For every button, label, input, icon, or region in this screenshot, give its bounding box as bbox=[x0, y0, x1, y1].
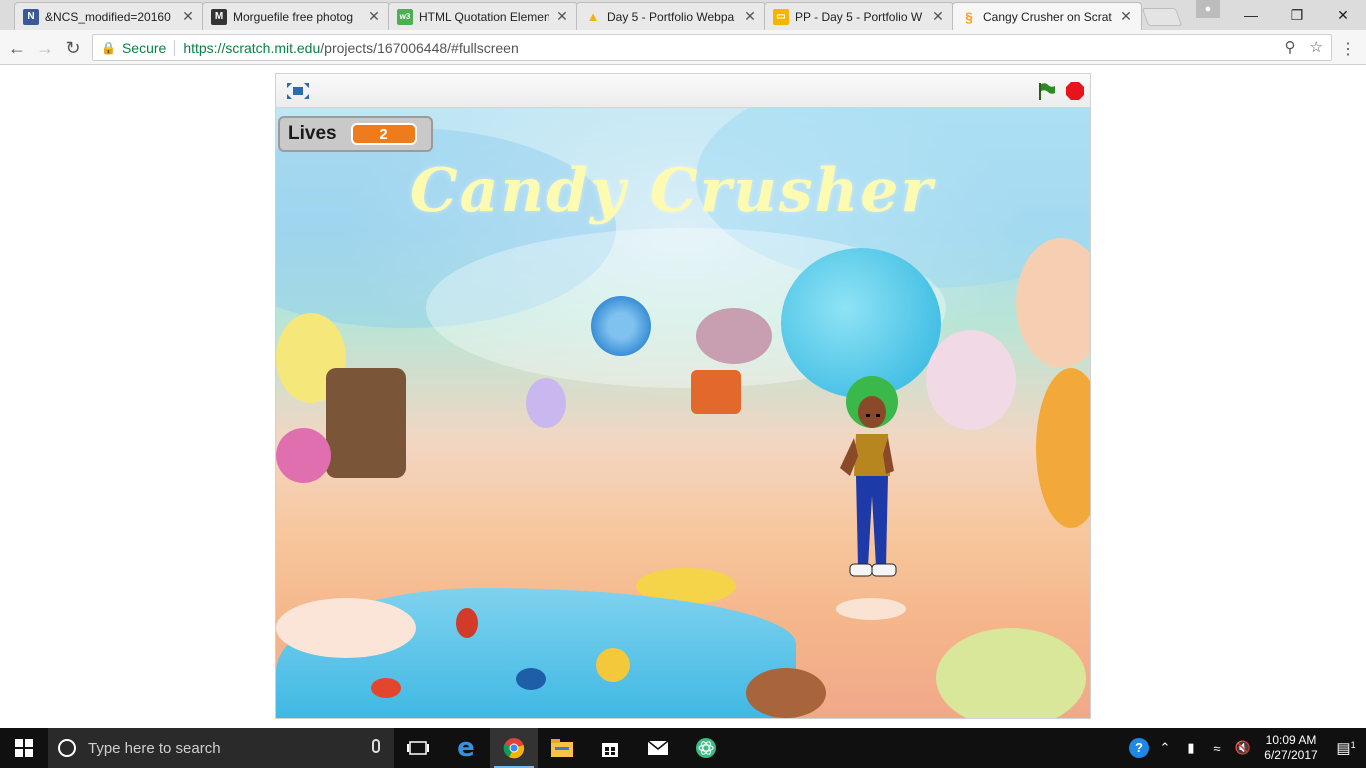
wifi-icon[interactable]: ≈ bbox=[1204, 741, 1230, 756]
close-icon[interactable]: ✕ bbox=[1119, 8, 1133, 25]
url-path: /projects/167006448/#fullscreen bbox=[320, 39, 519, 56]
minimize-icon[interactable]: — bbox=[1228, 0, 1274, 30]
task-view-icon[interactable] bbox=[394, 728, 442, 768]
atom-editor-icon[interactable] bbox=[682, 728, 730, 768]
mail-icon[interactable] bbox=[634, 728, 682, 768]
profile-icon[interactable]: ● bbox=[1196, 0, 1220, 18]
browser-tab-active[interactable]: § Cangy Crusher on Scrat ✕ bbox=[952, 2, 1142, 30]
candy-column bbox=[1036, 368, 1090, 528]
windows-taskbar: Type here to search e ? ⌃ ▮ ≈ 🔇 10:09 AM… bbox=[0, 728, 1366, 768]
cream bbox=[276, 598, 416, 658]
close-icon[interactable]: ✕ bbox=[367, 8, 381, 25]
tab-strip: N &NCS_modified=20160 ✕ M Morguefile fre… bbox=[0, 0, 1366, 30]
cupcake bbox=[276, 428, 331, 483]
edge-browser-icon[interactable]: e bbox=[442, 728, 490, 768]
candy-ball bbox=[936, 628, 1086, 718]
google-drive-icon: ▲ bbox=[586, 9, 600, 24]
lives-value: 2 bbox=[350, 123, 417, 145]
browser-tab[interactable]: w3 HTML Quotation Elemen ✕ bbox=[388, 2, 578, 30]
tab-title: Day 5 - Portfolio Webpa bbox=[607, 9, 735, 24]
game-stage[interactable]: Lives 2 Candy Crusher bbox=[276, 108, 1090, 718]
google-slides-icon: ▭ bbox=[773, 8, 789, 25]
close-icon[interactable]: ✕ bbox=[181, 8, 195, 25]
close-icon[interactable]: ✕ bbox=[931, 8, 945, 25]
close-icon[interactable]: ✕ bbox=[555, 8, 569, 25]
candy-drop bbox=[516, 668, 546, 690]
address-bar[interactable]: 🔒 Secure https://scratch.mit.edu/project… bbox=[92, 34, 1332, 61]
cookie bbox=[746, 668, 826, 718]
tab-title: &NCS_modified=20160 bbox=[45, 9, 171, 24]
player-character-sprite[interactable] bbox=[836, 376, 906, 586]
tab-title: HTML Quotation Elemen bbox=[419, 9, 549, 24]
browser-toolbar: ← → ↻ 🔒 Secure https://scratch.mit.edu/p… bbox=[0, 30, 1366, 65]
candy-drop bbox=[596, 648, 630, 682]
candy-drop bbox=[456, 608, 478, 638]
lives-label: Lives bbox=[288, 123, 337, 144]
browser-tab[interactable]: M Morguefile free photog ✕ bbox=[202, 2, 390, 30]
clock-time: 10:09 AM bbox=[1265, 733, 1317, 747]
microphone-icon[interactable] bbox=[372, 739, 380, 753]
candy-egg bbox=[926, 330, 1016, 430]
taskbar-search-box[interactable]: Type here to search bbox=[48, 728, 394, 768]
search-placeholder: Type here to search bbox=[88, 739, 221, 757]
close-window-icon[interactable]: ✕ bbox=[1320, 0, 1366, 30]
browser-tab[interactable]: ▭ PP - Day 5 - Portfolio W ✕ bbox=[764, 2, 954, 30]
chevron-up-icon[interactable]: ⌃ bbox=[1152, 740, 1178, 756]
lives-monitor: Lives 2 bbox=[278, 116, 433, 152]
battery-icon[interactable]: ▮ bbox=[1178, 740, 1204, 756]
store-icon[interactable] bbox=[586, 728, 634, 768]
stop-sign-icon[interactable] bbox=[1066, 82, 1084, 100]
w3schools-icon: w3 bbox=[397, 8, 413, 25]
close-icon[interactable]: ✕ bbox=[743, 8, 757, 25]
player-controls bbox=[276, 74, 1090, 108]
secure-label: Secure bbox=[121, 39, 167, 56]
volume-muted-icon[interactable]: 🔇 bbox=[1230, 740, 1256, 756]
lock-icon: 🔒 bbox=[101, 40, 116, 55]
back-arrow-icon[interactable]: ← bbox=[6, 37, 28, 59]
tab-title: Cangy Crusher on Scrat bbox=[983, 9, 1112, 24]
system-tray: ? ⌃ ▮ ≈ 🔇 10:09 AM 6/27/2017 ▤1 bbox=[1126, 728, 1366, 768]
clock-date: 6/27/2017 bbox=[1264, 748, 1318, 762]
lollipop bbox=[591, 296, 651, 356]
candy-drop bbox=[371, 678, 401, 698]
forward-arrow-icon[interactable]: → bbox=[34, 37, 56, 59]
cupcake bbox=[691, 370, 741, 414]
morguefile-icon: M bbox=[211, 8, 227, 25]
chrome-menu-icon[interactable]: ⋮ bbox=[1340, 39, 1356, 59]
game-title: Candy Crusher bbox=[409, 156, 935, 226]
candy bbox=[836, 598, 906, 620]
file-explorer-icon[interactable] bbox=[538, 728, 586, 768]
clock[interactable]: 10:09 AM 6/27/2017 bbox=[1256, 733, 1326, 763]
browser-tab[interactable]: ▲ Day 5 - Portfolio Webpa ✕ bbox=[576, 2, 766, 30]
bookmark-star-icon[interactable]: ☆ bbox=[1310, 38, 1323, 56]
reload-icon[interactable]: ↻ bbox=[62, 37, 84, 59]
url-host: https://scratch.mit.edu bbox=[183, 39, 321, 56]
tab-title: PP - Day 5 - Portfolio W bbox=[795, 9, 923, 24]
drink-cup bbox=[326, 368, 406, 478]
scratch-player: Lives 2 Candy Crusher bbox=[275, 73, 1091, 719]
notification-count: 1 bbox=[1350, 740, 1356, 750]
restore-icon[interactable]: ❐ bbox=[1274, 0, 1320, 30]
candy bbox=[526, 378, 566, 428]
cortana-icon bbox=[58, 739, 76, 757]
zoom-icon[interactable]: ⚲ bbox=[1285, 38, 1296, 56]
macaron bbox=[696, 308, 772, 364]
new-tab-button[interactable] bbox=[1141, 8, 1183, 26]
green-flag-icon[interactable] bbox=[1036, 81, 1056, 101]
chrome-icon[interactable] bbox=[490, 728, 538, 768]
n-icon: N bbox=[23, 8, 39, 25]
tab-title: Morguefile free photog bbox=[233, 9, 354, 24]
windows-start-icon[interactable] bbox=[0, 728, 48, 768]
fullscreen-toggle-icon[interactable] bbox=[286, 82, 310, 100]
action-center-icon[interactable]: ▤1 bbox=[1326, 739, 1366, 757]
browser-tab[interactable]: N &NCS_modified=20160 ✕ bbox=[14, 2, 204, 30]
scratch-icon: § bbox=[965, 8, 973, 25]
help-icon[interactable]: ? bbox=[1126, 738, 1152, 758]
